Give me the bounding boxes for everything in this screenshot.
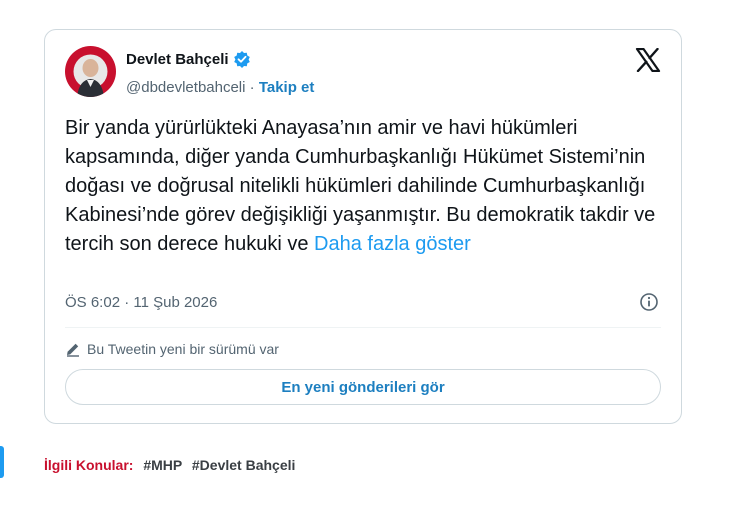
related-topics: İlgili Konular: #MHP #Devlet Bahçeli (44, 457, 295, 473)
see-latest-posts-button[interactable]: En yeni gönderileri gör (65, 369, 661, 405)
side-tab[interactable] (0, 446, 4, 478)
version-notice: Bu Tweetin yeni bir sürümü var (65, 341, 279, 357)
separator: · (249, 79, 255, 96)
pencil-icon (65, 341, 81, 357)
author-handle[interactable]: @dbdevletbahceli (126, 79, 245, 96)
author-name-row[interactable]: Devlet Bahçeli (126, 50, 251, 68)
info-icon[interactable] (639, 292, 659, 312)
handle-row: @dbdevletbahceli · Takip et (126, 79, 314, 96)
topic-tag[interactable]: #MHP (143, 457, 182, 473)
follow-link[interactable]: Takip et (259, 79, 315, 96)
author-name[interactable]: Devlet Bahçeli (126, 51, 229, 68)
verified-badge-icon (233, 50, 251, 68)
related-topics-label: İlgili Konular: (44, 457, 134, 473)
embedded-tweet-card[interactable]: Devlet Bahçeli @dbdevletbahceli · Takip … (44, 29, 682, 424)
tweet-timestamp[interactable]: ÖS 6:02 · 11 Şub 2026 (65, 294, 217, 311)
tweet-text: Bir yanda yürürlükteki Anayasa’nın amir … (65, 114, 665, 259)
x-logo-icon[interactable] (635, 47, 661, 73)
version-notice-text: Bu Tweetin yeni bir sürümü var (87, 341, 279, 357)
show-more-link[interactable]: Daha fazla göster (314, 233, 471, 255)
topic-tag[interactable]: #Devlet Bahçeli (192, 457, 296, 473)
avatar[interactable] (65, 46, 116, 97)
divider (65, 327, 661, 328)
